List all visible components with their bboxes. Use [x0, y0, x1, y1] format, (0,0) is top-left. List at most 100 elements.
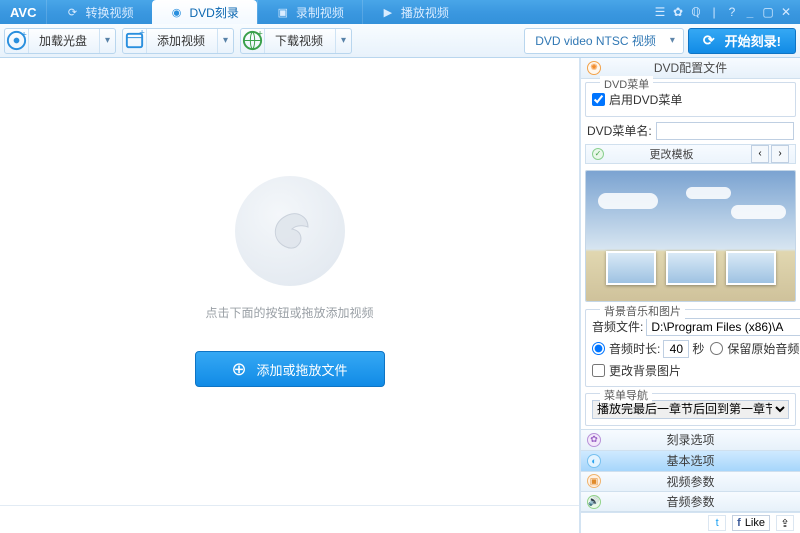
section-label: 音频参数 — [611, 493, 770, 510]
menu-name-input[interactable] — [656, 122, 794, 140]
menu-name-label: DVD菜单名: — [587, 122, 652, 139]
change-template-header: ✓ 更改模板 ‹ › — [585, 144, 796, 164]
film-plus-icon: + — [123, 29, 147, 53]
facebook-icon: f — [737, 517, 741, 529]
social-footer: t f Like ⇪ — [581, 512, 800, 533]
group-label: 背景音乐和图片 — [600, 303, 685, 319]
section-label: 视频参数 — [611, 473, 770, 490]
right-sidebar: ✺ DVD配置文件 DVD菜单 启用DVD菜单 DVD菜单名: ✓ 更改模板 ‹… — [580, 58, 800, 533]
main-stage: 点击下面的按钮或拖放添加视频 ⊕ 添加或拖放文件 — [0, 58, 580, 533]
minimize-icon[interactable]: _ — [742, 4, 758, 20]
tab-label: 播放视频 — [401, 4, 449, 21]
gear-icon[interactable]: ✿ — [670, 4, 686, 20]
chevron-down-icon: ▾ — [217, 29, 233, 53]
audio-duration-input[interactable] — [663, 340, 689, 358]
like-label: Like — [745, 517, 765, 529]
stage-statusbar — [0, 505, 579, 533]
section-audio-params[interactable]: 🔊 音频参数 — [581, 491, 800, 512]
audio-duration-radio[interactable] — [592, 342, 605, 355]
keep-audio-duration-label: 保留原始音频时长 — [727, 340, 800, 357]
svg-text:+: + — [21, 30, 27, 41]
toolbar-label: 添加视频 — [147, 32, 217, 49]
video-icon: ▣ — [587, 474, 601, 488]
template-prev-button[interactable]: ‹ — [751, 145, 769, 163]
chevron-down-icon: ▾ — [335, 29, 351, 53]
add-drop-label: 添加或拖放文件 — [257, 360, 348, 379]
maximize-icon[interactable]: ▢ — [760, 4, 776, 20]
twitter-icon[interactable]: t — [708, 515, 726, 531]
group-label: DVD菜单 — [600, 76, 653, 92]
output-profile-dropdown[interactable]: DVD video NTSC 视频 ▾ — [524, 28, 684, 54]
window-buttons: ☰ ✿ ℚ | ? _ ▢ ✕ — [652, 4, 800, 20]
start-burn-button[interactable]: ⟳ 开始刻录! — [688, 28, 796, 54]
section-video-params[interactable]: ▣ 视频参数 — [581, 471, 800, 492]
play-icon: ▶ — [381, 5, 395, 19]
section-label: 基本选项 — [611, 452, 770, 469]
panel-title: DVD配置文件 — [609, 59, 772, 76]
title-bar: AVC ⟳ 转换视频 ◉ DVD刻录 ▣ 录制视频 ▶ 播放视频 ☰ ✿ ℚ |… — [0, 0, 800, 24]
refresh-icon: ⟳ — [703, 32, 715, 49]
burn-label: 开始刻录! — [725, 31, 781, 50]
bgm-group: 背景音乐和图片 音频文件: 打开 音频时长: 秒 保留原始音频时长 更改背景图片… — [585, 309, 800, 387]
main-tabs: ⟳ 转换视频 ◉ DVD刻录 ▣ 录制视频 ▶ 播放视频 — [46, 0, 652, 24]
svg-text:+: + — [139, 29, 145, 39]
enable-dvd-menu-checkbox[interactable] — [592, 93, 605, 106]
add-video-button[interactable]: + 添加视频 ▾ — [122, 28, 234, 54]
flame-icon: ✺ — [587, 61, 601, 75]
chevron-down-icon: ▾ — [99, 29, 115, 53]
tab-label: 录制视频 — [296, 4, 344, 21]
group-label: 菜单导航 — [600, 387, 652, 403]
svg-text:+: + — [257, 29, 263, 40]
dvd-menu-group: DVD菜单 启用DVD菜单 — [585, 82, 796, 117]
tab-play[interactable]: ▶ 播放视频 — [362, 0, 467, 24]
change-bg-image-label: 更改背景图片 — [609, 362, 800, 379]
tab-record[interactable]: ▣ 录制视频 — [257, 0, 362, 24]
add-drop-files-button[interactable]: ⊕ 添加或拖放文件 — [195, 351, 385, 387]
section-burn-options[interactable]: ✿ 刻录选项 — [581, 429, 800, 450]
plus-circle-icon: ⊕ — [231, 359, 246, 380]
disc-plus-icon: + — [5, 29, 29, 53]
keep-audio-duration-radio[interactable] — [710, 342, 723, 355]
globe-plus-icon: + — [241, 29, 265, 53]
toolbar-label: 下载视频 — [265, 32, 335, 49]
change-template-label: 更改模板 — [612, 146, 731, 162]
menu-icon[interactable]: ☰ — [652, 4, 668, 20]
section-basic-options[interactable]: ◐ 基本选项 — [581, 450, 800, 471]
toolbar: + 加载光盘 ▾ + 添加视频 ▾ + 下载视频 ▾ DVD video NTS… — [0, 24, 800, 58]
audio-duration-label: 音频时长: — [609, 340, 660, 357]
template-slot — [666, 251, 716, 285]
app-logo: AVC — [0, 5, 46, 20]
seconds-label: 秒 — [692, 340, 704, 357]
record-icon: ▣ — [276, 5, 290, 19]
speaker-icon: 🔊 — [587, 495, 601, 509]
enable-dvd-menu-label: 启用DVD菜单 — [609, 91, 682, 108]
facebook-like-button[interactable]: f Like — [732, 515, 770, 531]
toolbar-label: 加载光盘 — [29, 32, 99, 49]
template-preview[interactable] — [585, 170, 796, 302]
template-slot — [726, 251, 776, 285]
drop-area[interactable]: 点击下面的按钮或拖放添加视频 ⊕ 添加或拖放文件 — [0, 58, 579, 505]
load-disc-button[interactable]: + 加载光盘 ▾ — [4, 28, 116, 54]
menu-nav-group: 菜单导航 播放完最后一章节后回到第一章节 — [585, 393, 796, 426]
close-icon[interactable]: ✕ — [778, 4, 794, 20]
audio-file-input[interactable] — [646, 318, 800, 336]
download-video-button[interactable]: + 下载视频 ▾ — [240, 28, 352, 54]
help-icon[interactable]: ? — [724, 4, 740, 20]
drop-hint: 点击下面的按钮或拖放添加视频 — [205, 304, 373, 321]
chevron-down-icon: ▾ — [670, 35, 675, 46]
disc-icon: ◉ — [170, 5, 184, 19]
audio-file-label: 音频文件: — [592, 318, 643, 335]
tab-convert[interactable]: ⟳ 转换视频 — [46, 0, 151, 24]
template-next-button[interactable]: › — [771, 145, 789, 163]
profile-label: DVD video NTSC 视频 — [535, 32, 656, 49]
tab-dvd-burn[interactable]: ◉ DVD刻录 — [152, 0, 257, 24]
tab-label: 转换视频 — [85, 4, 133, 21]
change-bg-image-checkbox[interactable] — [592, 364, 605, 377]
key-icon[interactable]: ℚ — [688, 4, 704, 20]
leaf-disc-icon — [235, 176, 345, 286]
share-icon[interactable]: ⇪ — [776, 515, 794, 531]
cycle-icon: ⟳ — [65, 5, 79, 19]
section-label: 刻录选项 — [611, 431, 770, 448]
globe-icon: ◐ — [587, 454, 601, 468]
gear-icon: ✿ — [587, 433, 601, 447]
